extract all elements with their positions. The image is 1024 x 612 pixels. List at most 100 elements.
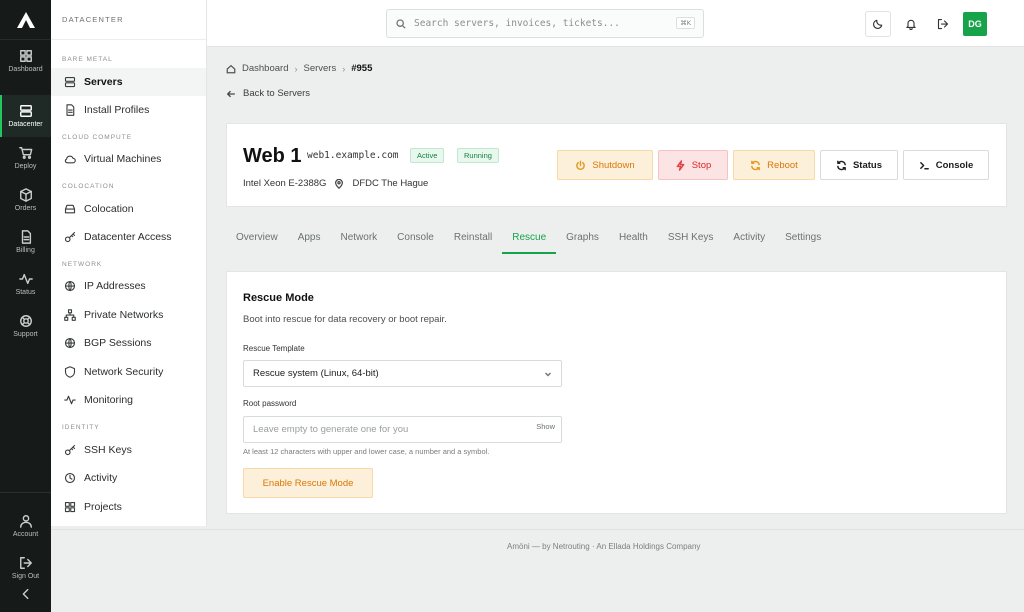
sign-out-button[interactable] [930,11,956,37]
back-to-servers-link[interactable]: Back to Servers [226,88,310,99]
user-avatar[interactable]: DG [963,12,987,36]
breadcrumb-servers[interactable]: Servers [303,63,336,74]
root-password-label: Root password [243,399,297,408]
rail-item-orders[interactable]: Orders [0,179,51,221]
sidebar-item-colocation[interactable]: Colocation [51,195,206,223]
refresh-icon [837,160,846,170]
rescue-template-label: Rescue Template [243,344,305,353]
back-link-label: Back to Servers [243,88,311,99]
server-hostname: web1.example.com [307,150,399,161]
collapse-rail-button[interactable] [0,580,51,608]
chevron-left-icon [22,588,28,600]
document-icon [21,230,31,244]
tab-settings[interactable]: Settings [775,228,831,254]
sidebar-item-install-profiles[interactable]: Install Profiles [51,96,206,124]
notifications-button[interactable] [898,11,924,37]
search-input[interactable] [414,18,669,29]
arrow-left-icon [226,90,235,97]
sidebar-item-label: Colocation [84,203,134,215]
reboot-button[interactable]: Reboot [733,150,815,180]
root-password-field[interactable]: Show [243,416,562,443]
shutdown-label: Shutdown [592,159,635,171]
chevron-right-icon: › [342,63,346,74]
sidebar-item-datacenter-access[interactable]: Datacenter Access [51,223,206,251]
key-icon [64,231,76,243]
rail-item-datacenter[interactable]: Datacenter [0,95,51,137]
sidebar-item-bgp-sessions[interactable]: BGP Sessions [51,329,206,357]
rail-item-account[interactable]: Account [0,505,51,547]
show-password-toggle[interactable]: Show [536,422,555,431]
clock-icon [64,472,76,484]
breadcrumb-dashboard[interactable]: Dashboard [242,63,288,74]
rail-item-deploy[interactable]: Deploy [0,137,51,179]
footer-divider [51,529,1024,530]
tab-console[interactable]: Console [387,228,444,254]
rescue-title: Rescue Mode [243,292,314,304]
rail-item-dashboard[interactable]: Dashboard [0,40,51,82]
bell-icon [906,19,916,30]
sidebar-item-label: Install Profiles [84,104,150,116]
globe-icon [64,337,76,349]
app-rail: Dashboard Datacenter Deploy Orders Billi… [0,0,51,612]
rail-item-support[interactable]: Support [0,305,51,347]
top-bar: ⌘K DG [207,0,1024,47]
sidebar-item-ssh-keys[interactable]: SSH Keys [51,436,206,464]
user-icon [19,515,32,528]
shield-icon [64,366,76,378]
sidebar-item-network-security[interactable]: Network Security [51,358,206,386]
sidebar-item-servers[interactable]: Servers [51,68,206,96]
console-button[interactable]: Console [903,150,989,180]
tab-overview[interactable]: Overview [226,228,288,254]
sidebar-item-label: Activity [84,472,118,484]
sidebar-item-activity[interactable]: Activity [51,464,206,492]
sidebar-item-label: Projects [84,501,122,513]
status-button[interactable]: Status [820,150,898,180]
rescue-template-value: Rescue system (Linux, 64-bit) [253,368,379,379]
sidebar-section-title: COLOCATION [62,183,115,190]
tab-network[interactable]: Network [330,228,387,254]
sidebar-item-label: Network Security [84,366,164,378]
tab-activity[interactable]: Activity [723,228,775,254]
sidebar-item-monitoring[interactable]: Monitoring [51,386,206,414]
stop-button[interactable]: Stop [658,150,728,180]
breadcrumb: Dashboard › Servers › #955 [226,63,372,74]
rail-item-label: Datacenter [8,121,43,128]
rescue-template-select[interactable]: Rescue system (Linux, 64-bit) [243,360,562,387]
sidebar-section-title: CLOUD COMPUTE [62,134,133,141]
cloud-icon [64,155,76,164]
sidebar-item-ip-addresses[interactable]: IP Addresses [51,272,206,300]
global-search[interactable]: ⌘K [386,9,704,38]
rail-item-label: Dashboard [8,66,43,73]
sidebar-item-private-networks[interactable]: Private Networks [51,301,206,329]
root-password-input[interactable] [253,424,513,435]
power-icon [576,160,586,170]
status-label: Status [852,159,883,171]
rail-item-billing[interactable]: Billing [0,221,51,263]
tab-ssh-keys[interactable]: SSH Keys [658,228,724,254]
app-logo[interactable] [0,0,51,40]
storage-icon [64,204,76,214]
sidebar-item-projects[interactable]: Projects [51,493,206,521]
tab-rescue[interactable]: Rescue [502,228,557,254]
grid-icon [64,501,76,513]
tab-health[interactable]: Health [609,228,658,254]
footer-text: Amöni — by Netrouting · An Ellada Holdin… [507,542,701,551]
sign-out-icon [937,18,949,30]
rail-item-status[interactable]: Status [0,263,51,305]
theme-toggle-button[interactable] [865,11,891,37]
tab-reinstall[interactable]: Reinstall [444,228,502,254]
lifebuoy-icon [19,315,32,327]
server-icon [19,105,32,117]
rail-item-label: Billing [16,247,35,254]
zap-icon [676,159,685,171]
sidebar-item-virtual-machines[interactable]: Virtual Machines [51,145,206,173]
enable-rescue-mode-button[interactable]: Enable Rescue Mode [243,468,373,498]
tab-graphs[interactable]: Graphs [556,228,609,254]
sidebar-item-label: Monitoring [84,394,134,406]
search-icon [396,18,406,29]
shutdown-button[interactable]: Shutdown [557,150,653,180]
stop-label: Stop [691,159,712,171]
section-sidebar: DATACENTER BARE METAL Servers Install Pr… [51,0,207,526]
password-hint: At least 12 characters with upper and lo… [243,447,490,456]
tab-apps[interactable]: Apps [288,228,331,254]
